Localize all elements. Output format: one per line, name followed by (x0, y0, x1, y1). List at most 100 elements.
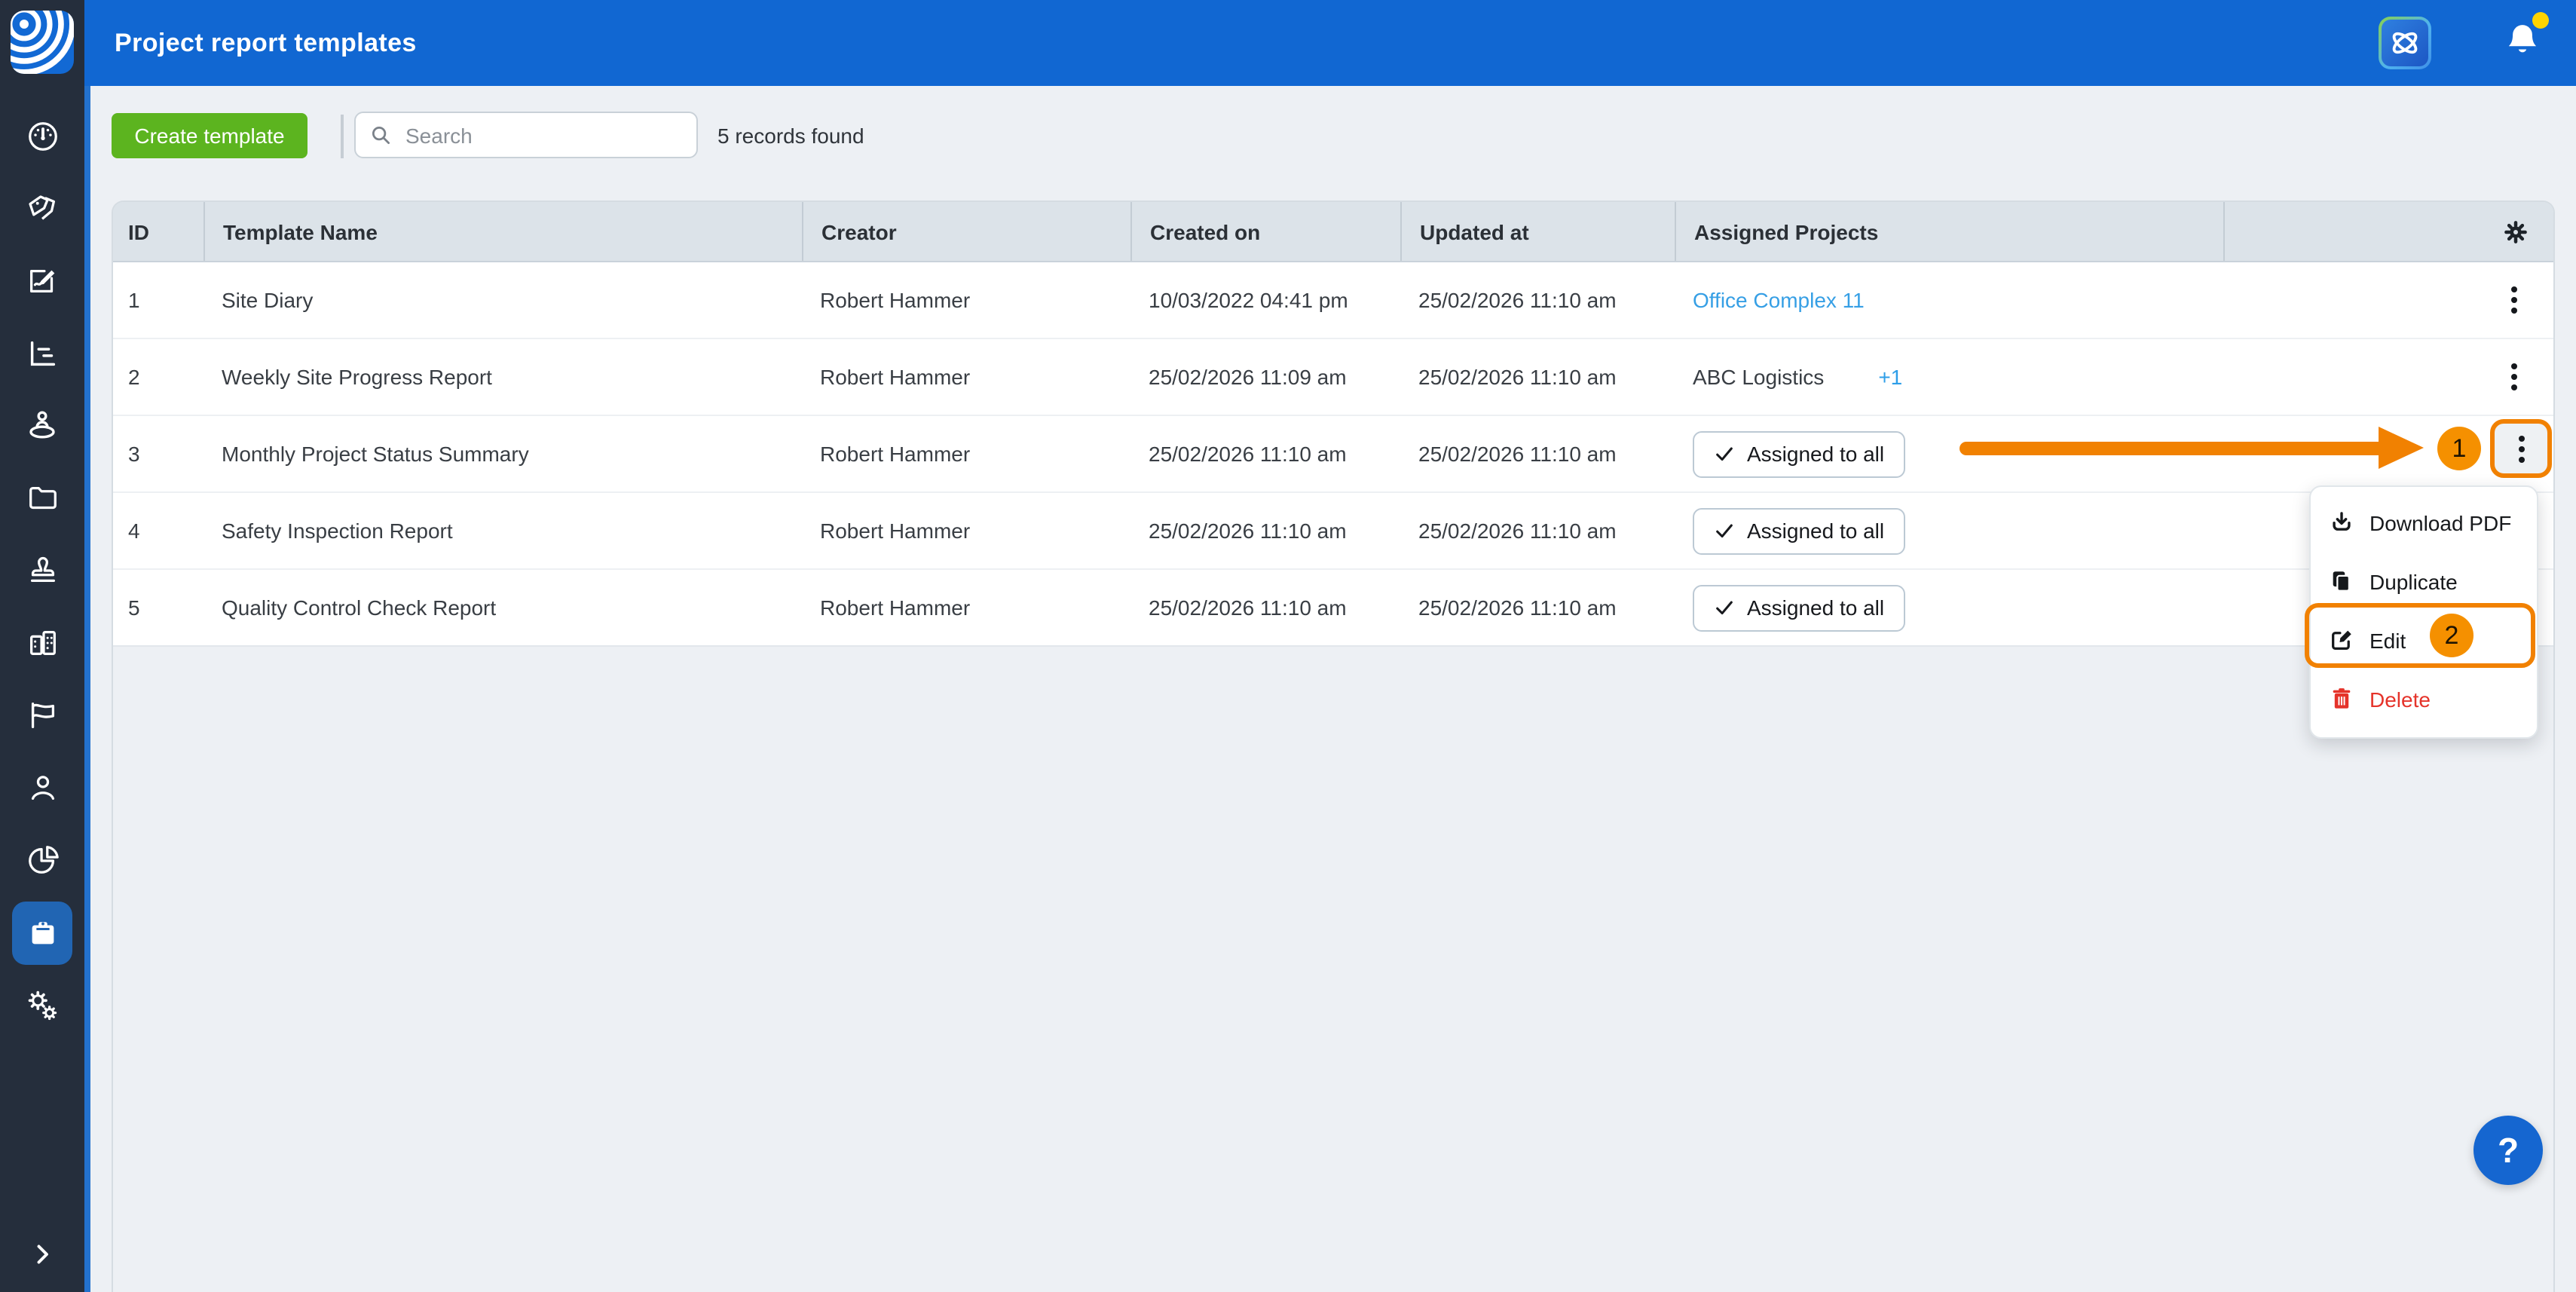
annotation-arrow-shaft (1960, 442, 2391, 455)
table-row: 2 Weekly Site Progress Report Robert Ham… (113, 339, 2553, 416)
search-box[interactable] (354, 112, 698, 158)
check-icon (1716, 447, 1733, 461)
check-icon (1716, 524, 1733, 538)
cell-creator: Robert Hammer (820, 288, 971, 312)
row-actions-menu: Download PDF Duplicate Edit Delete (2309, 485, 2538, 739)
sidebar-item-approvals[interactable] (0, 543, 84, 597)
app-window: Project report templates Create template (0, 0, 2576, 1292)
toolbar-divider (341, 115, 344, 158)
sidebar-item-dashboard[interactable] (0, 109, 84, 163)
cell-template-name: Site Diary (222, 288, 314, 312)
cell-template-name: Weekly Site Progress Report (222, 365, 492, 389)
download-icon (2333, 512, 2351, 531)
header-updated-at[interactable]: Updated at (1400, 202, 1675, 261)
collapse-chevron-icon (37, 1245, 48, 1264)
notification-badge-dot (2532, 12, 2549, 29)
assigned-to-all-chip[interactable]: Assigned to all (1693, 507, 1906, 554)
sidebar-item-companies[interactable] (0, 615, 84, 669)
duplicate-icon (2333, 571, 2351, 592)
sidebar-item-tags[interactable] (0, 181, 84, 235)
header-template-name[interactable]: Template Name (203, 202, 802, 261)
chart-icon (29, 340, 55, 366)
sidebar-item-reports-chart[interactable] (0, 326, 84, 380)
flag-icon (30, 702, 54, 727)
table-row: 1 Site Diary Robert Hammer 10/03/2022 04… (113, 262, 2553, 339)
header-creator[interactable]: Creator (802, 202, 1130, 261)
help-button[interactable]: ? (2474, 1116, 2543, 1185)
sidebar-item-report-templates[interactable] (0, 906, 84, 960)
annotation-arrow-head (2379, 427, 2424, 469)
sidebar-item-statistics[interactable] (0, 832, 84, 886)
cell-template-name: Quality Control Check Report (222, 595, 497, 620)
cell-updated-at: 25/02/2026 11:10 am (1418, 288, 1617, 312)
cell-created-on: 10/03/2022 04:41 pm (1149, 288, 1348, 312)
cell-id: 4 (128, 519, 140, 543)
dashboard-icon (28, 121, 57, 150)
assigned-project-link[interactable]: Office Complex 11 (1693, 288, 1865, 312)
sidebar-item-site-map[interactable] (0, 398, 84, 452)
report-templates-icon (31, 921, 54, 944)
cell-updated-at: 25/02/2026 11:10 am (1418, 595, 1617, 620)
table-row: 4 Safety Inspection Report Robert Hammer… (113, 493, 2553, 570)
assigned-project-text: ABC Logistics (1693, 365, 1825, 389)
cell-updated-at: 25/02/2026 11:10 am (1418, 519, 1617, 543)
sidebar-item-tickets[interactable] (0, 687, 84, 742)
table-row: 5 Quality Control Check Report Robert Ha… (113, 570, 2553, 647)
annotation-step-2: 2 (2430, 614, 2474, 657)
create-template-button[interactable]: Create template (112, 113, 307, 158)
user-icon (30, 775, 54, 800)
crossed-loops-icon (2392, 32, 2418, 54)
app-logo[interactable] (11, 11, 74, 74)
header-created-on[interactable]: Created on (1130, 202, 1400, 261)
menu-item-delete[interactable]: Delete (2311, 669, 2537, 728)
search-icon (372, 127, 390, 144)
sidebar-item-documents[interactable] (0, 470, 84, 525)
header-id[interactable]: ID (113, 202, 203, 261)
cell-creator: Robert Hammer (820, 519, 971, 543)
table-header-row: ID Template Name Creator Created on Upda… (113, 202, 2553, 262)
topbar: Project report templates (84, 0, 2576, 86)
menu-item-edit[interactable]: Edit (2311, 611, 2537, 669)
search-input[interactable] (402, 121, 683, 148)
templates-table: ID Template Name Creator Created on Upda… (112, 201, 2555, 1292)
cell-template-name: Monthly Project Status Summary (222, 442, 529, 466)
cell-id: 2 (128, 365, 140, 389)
notifications-button[interactable] (2504, 12, 2549, 65)
assigned-to-all-chip[interactable]: Assigned to all (1693, 584, 1906, 631)
sidebar-collapse-toggle[interactable] (0, 1227, 84, 1281)
sidebar-accent-strip (84, 0, 90, 1292)
connect-app-button[interactable] (2379, 17, 2431, 69)
column-settings-gear-icon[interactable] (2502, 218, 2529, 245)
header-assigned-projects[interactable]: Assigned Projects (1675, 202, 2223, 261)
menu-item-download-pdf[interactable]: Download PDF (2311, 493, 2537, 552)
cell-updated-at: 25/02/2026 11:10 am (1418, 365, 1617, 389)
logo-arcs-icon (11, 11, 74, 74)
annotation-step-1: 1 (2437, 427, 2481, 470)
cell-updated-at: 25/02/2026 11:10 am (1418, 442, 1617, 466)
page-title: Project report templates (115, 28, 417, 57)
folder-icon (29, 485, 56, 509)
cell-template-name: Safety Inspection Report (222, 519, 453, 543)
row-actions-kebab[interactable] (2501, 280, 2528, 320)
assigned-more-badge[interactable]: +1 (1878, 365, 1902, 389)
toolbar: Create template 5 records found (90, 86, 2576, 201)
sidebar-item-settings[interactable] (0, 978, 84, 1033)
signature-icon (29, 268, 54, 292)
sidebar (0, 0, 84, 1292)
row-actions-kebab-active[interactable] (2507, 429, 2535, 468)
cell-creator: Robert Hammer (820, 595, 971, 620)
trash-icon (2333, 688, 2351, 709)
tags-icon (28, 194, 55, 219)
cell-id: 1 (128, 288, 140, 312)
cell-created-on: 25/02/2026 11:10 am (1149, 595, 1347, 620)
person-pin-icon (29, 411, 55, 439)
sidebar-item-users[interactable] (0, 760, 84, 814)
assigned-to-all-chip[interactable]: Assigned to all (1693, 430, 1906, 477)
menu-item-duplicate[interactable]: Duplicate (2311, 552, 2537, 611)
sidebar-item-forms[interactable] (0, 253, 84, 308)
header-actions (2223, 202, 2553, 261)
edit-icon (2332, 630, 2351, 650)
records-count: 5 records found (717, 123, 864, 147)
buildings-icon (29, 629, 55, 655)
row-actions-kebab[interactable] (2501, 357, 2528, 396)
